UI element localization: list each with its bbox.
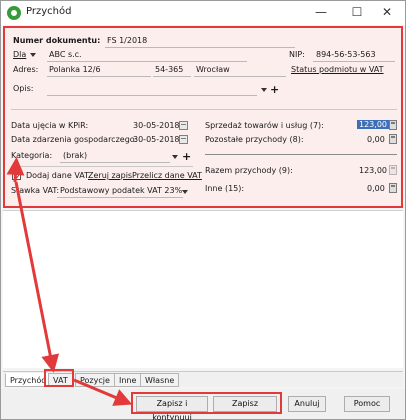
category-label: Kategoria: xyxy=(11,151,53,160)
calculator-icon xyxy=(389,165,397,175)
description-add-icon[interactable]: + xyxy=(270,84,279,95)
add-vat-label: Dodaj dane VAT xyxy=(26,171,90,180)
document-form: Numer dokumentu: FS 1/2018 Dla ABC s.c. … xyxy=(3,26,403,208)
calculator-icon[interactable] xyxy=(389,134,397,144)
city-input[interactable]: Wrocław xyxy=(196,65,230,74)
vat-status-link[interactable]: Status podmiotu w VAT xyxy=(291,65,384,74)
calculator-icon[interactable] xyxy=(389,120,397,130)
recalc-vat-link[interactable]: Przelicz dane VAT xyxy=(132,171,202,180)
vat-rate-dropdown-icon[interactable] xyxy=(182,190,188,194)
minimize-button[interactable]: — xyxy=(303,1,339,25)
calendar-icon[interactable] xyxy=(179,135,188,144)
event-date-input[interactable]: 30-05-2018 xyxy=(133,135,180,144)
calendar-icon[interactable] xyxy=(179,121,188,130)
cancel-button[interactable]: Anuluj xyxy=(288,396,326,412)
category-add-icon[interactable]: + xyxy=(182,151,191,162)
street-input[interactable]: Polanka 12/6 xyxy=(49,65,101,74)
title-bar: Przychód — ☐ ✕ xyxy=(1,1,405,25)
other-income-input[interactable]: 0,00 xyxy=(367,135,385,144)
tab-wlasne[interactable]: Własne xyxy=(140,373,180,387)
nip-label: NIP: xyxy=(289,50,305,59)
for-dropdown-icon[interactable] xyxy=(30,53,36,57)
doc-number-input[interactable]: FS 1/2018 xyxy=(107,36,147,45)
address-label: Adres: xyxy=(13,65,39,74)
tab-pozycje[interactable]: Pozycje xyxy=(75,373,115,387)
for-link[interactable]: Dla xyxy=(13,50,26,59)
close-button[interactable]: ✕ xyxy=(369,1,405,25)
misc-label: Inne (15): xyxy=(205,184,245,193)
description-label: Opis: xyxy=(13,84,34,93)
tab-inne[interactable]: Inne xyxy=(114,373,142,387)
description-dropdown-icon[interactable] xyxy=(261,88,267,92)
total-income-value: 123,00 xyxy=(359,166,387,175)
help-button[interactable]: Pomoc xyxy=(344,396,390,412)
misc-input[interactable]: 0,00 xyxy=(367,184,385,193)
description-input[interactable] xyxy=(47,95,257,96)
vat-rate-select[interactable]: Podstawowy podatek VAT 23% xyxy=(60,186,182,195)
category-select[interactable]: (brak) xyxy=(63,151,87,160)
contractor-name[interactable]: ABC s.c. xyxy=(49,50,82,59)
category-dropdown-icon[interactable] xyxy=(172,155,178,159)
save-buttons-highlight xyxy=(131,392,282,414)
total-income-label: Razem przychody (9): xyxy=(205,166,293,175)
window-title: Przychód xyxy=(26,6,72,17)
vat-tab-highlight xyxy=(44,369,74,387)
postal-code-input[interactable]: 54-365 xyxy=(155,65,183,74)
reset-link[interactable]: Zeruj zapis xyxy=(88,171,132,180)
przychod-window: Przychód — ☐ ✕ Numer dokumentu: FS 1/201… xyxy=(0,0,406,420)
vat-rate-label: Stawka VAT: xyxy=(11,186,60,195)
event-date-label: Data zdarzenia gospodarczego: xyxy=(11,135,138,144)
nip-input[interactable]: 894-56-53-563 xyxy=(316,50,376,59)
sales-input[interactable]: 123,00 xyxy=(357,120,389,129)
doc-number-label: Numer dokumentu: xyxy=(13,36,101,45)
kpir-date-input[interactable]: 30-05-2018 xyxy=(133,121,180,130)
other-income-label: Pozostałe przychody (8): xyxy=(205,135,304,144)
tab-content-area xyxy=(3,210,403,368)
add-vat-checkbox[interactable] xyxy=(12,171,21,180)
kpir-date-label: Data ujęcia w KPiR: xyxy=(11,121,89,130)
sales-label: Sprzedaż towarów i usług (7): xyxy=(205,121,324,130)
app-icon xyxy=(7,6,21,20)
calculator-icon[interactable] xyxy=(389,183,397,193)
